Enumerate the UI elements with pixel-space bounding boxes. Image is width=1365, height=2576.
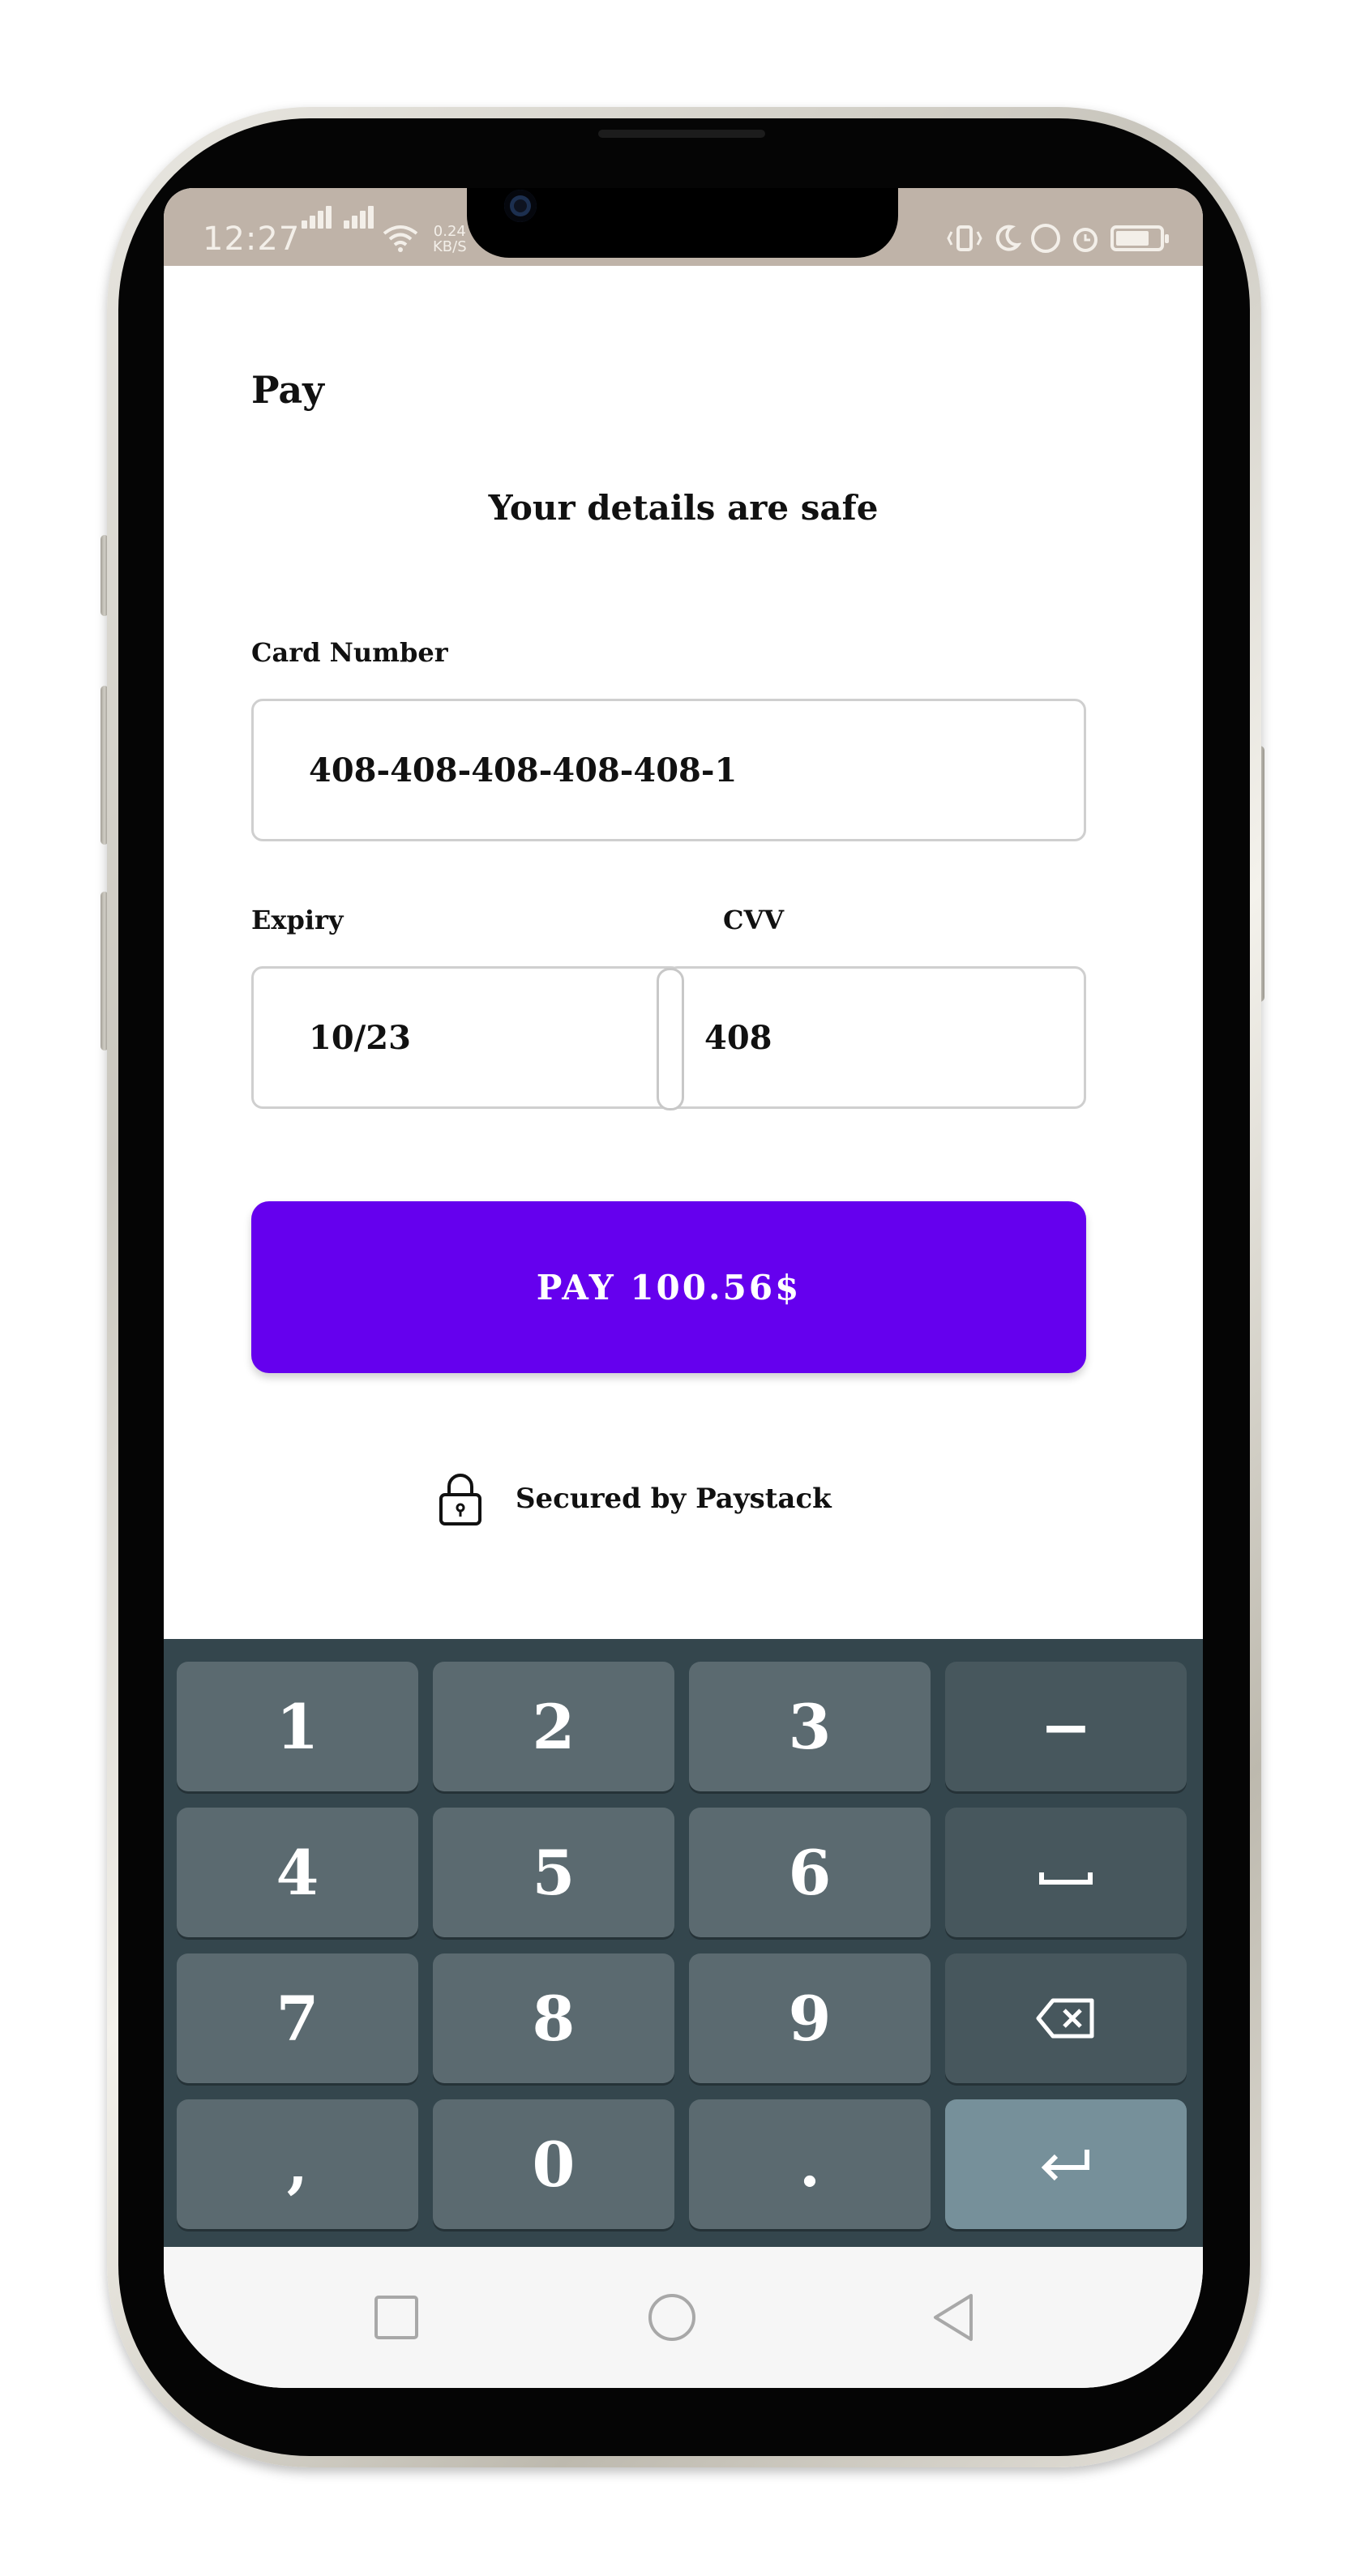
key-enter[interactable]: [945, 2099, 1187, 2229]
battery-icon: [1110, 225, 1169, 251]
front-camera: [504, 190, 537, 222]
cvv-field[interactable]: 408: [666, 966, 1086, 1109]
secured-text: Secured by Paystack: [516, 1483, 832, 1515]
card-number-field[interactable]: 408-408-408-408-408-1: [251, 699, 1086, 841]
key-8[interactable]: 8: [433, 1953, 674, 2083]
lock-icon: [439, 1474, 481, 1525]
card-number-label: Card Number: [251, 637, 448, 668]
vibrate-icon: [947, 225, 982, 251]
expiry-label: Expiry: [251, 905, 344, 935]
recents-button[interactable]: [371, 2292, 421, 2343]
status-icons: [947, 222, 1169, 255]
page-title: Pay: [251, 368, 324, 412]
enter-icon: [1041, 2150, 1089, 2181]
safety-message: Your details are safe: [488, 488, 879, 528]
card-number-value: 408-408-408-408-408-1: [309, 751, 738, 789]
key-period[interactable]: .: [689, 2099, 931, 2229]
status-time: 12:27: [203, 220, 301, 258]
cvv-value: 408: [704, 1018, 772, 1057]
lock-rotation-icon: [1031, 224, 1060, 253]
phone-screen: 12:27 0.24 KB/S Pay Your details are saf…: [164, 188, 1203, 2388]
navigation-bar: [164, 2247, 1203, 2388]
expiry-field[interactable]: 10/23: [251, 966, 682, 1109]
pay-button[interactable]: PAY 100.56$: [251, 1201, 1086, 1373]
numeric-keyboard: 1 2 3 − 4 5 6 7 8 9 , 0 .: [164, 1639, 1203, 2247]
key-6[interactable]: 6: [689, 1808, 931, 1937]
expiry-value: 10/23: [309, 1018, 411, 1057]
back-button[interactable]: [929, 2292, 979, 2343]
cvv-label: CVV: [723, 905, 785, 935]
key-1[interactable]: 1: [177, 1662, 418, 1791]
key-9[interactable]: 9: [689, 1953, 931, 2083]
key-4[interactable]: 4: [177, 1808, 418, 1937]
text-cursor-handle[interactable]: [657, 968, 684, 1110]
key-comma[interactable]: ,: [177, 2099, 418, 2229]
key-backspace[interactable]: [945, 1953, 1187, 2083]
network-speed: 0.24 KB/S: [433, 224, 467, 255]
wifi-icon: [383, 225, 418, 252]
earpiece-speaker: [598, 130, 765, 138]
key-space[interactable]: [945, 1808, 1187, 1937]
key-5[interactable]: 5: [433, 1808, 674, 1937]
key-2[interactable]: 2: [433, 1662, 674, 1791]
home-button[interactable]: [647, 2292, 697, 2343]
backspace-icon: [1036, 1998, 1094, 2039]
alarm-icon: [1073, 228, 1098, 252]
secured-by-paystack: Secured by Paystack: [438, 1470, 832, 1527]
key-7[interactable]: 7: [177, 1953, 418, 2083]
speed-value: 0.24: [433, 223, 466, 240]
key-0[interactable]: 0: [433, 2099, 674, 2229]
key-3[interactable]: 3: [689, 1662, 931, 1791]
moon-icon: [995, 225, 1021, 251]
space-icon: [1039, 1872, 1093, 1885]
speed-unit: KB/S: [433, 238, 467, 255]
key-minus[interactable]: −: [945, 1662, 1187, 1791]
